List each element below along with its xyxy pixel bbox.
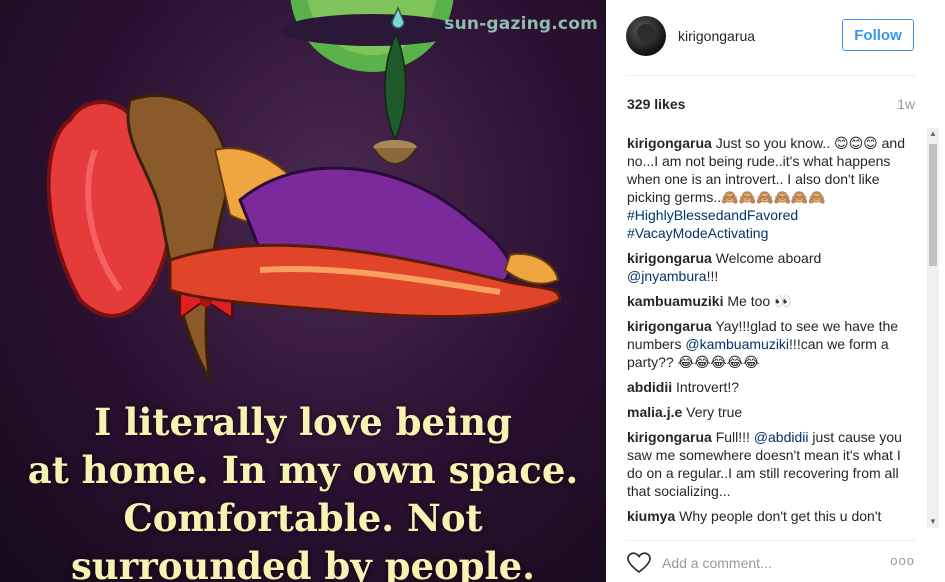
list-item: kiumya Why people don't get this u don't… [627,507,909,526]
comment-username[interactable]: kirigongarua [627,250,712,266]
post-age[interactable]: 1w [897,96,915,112]
avatar[interactable] [626,16,666,56]
list-item: kirigongarua Yay!!!glad to see we have t… [627,317,909,371]
mention-link[interactable]: @jnyambura [627,268,707,284]
comment-username[interactable]: malia.j.e [627,404,682,420]
comment-text: Introvert!? [676,379,740,395]
header-divider [626,75,916,76]
quote-line: surrounded by people. [70,544,536,582]
scroll-up-icon[interactable]: ▲ [929,130,937,138]
comment-username[interactable]: kirigongarua [627,429,712,445]
quote-line: at home. In my own space. [27,448,579,492]
comment-text: Welcome aboard [715,250,822,266]
list-item: kirigongarua Just so you know.. 😊😊😊 and … [627,134,909,242]
more-options-icon[interactable]: ooo [890,553,915,568]
follow-button[interactable]: Follow [842,19,914,51]
comment-text: !!! [706,268,719,284]
post-sidebar: kirigongarua Follow 329 likes 1w kirigon… [606,0,945,582]
post-author-username[interactable]: kirigongarua [678,28,755,44]
comments-scrollbar[interactable]: ▲ ▼ [927,128,939,528]
comment-text: Very true [686,404,743,420]
comment-username[interactable]: kirigongarua [627,318,712,334]
mention-link[interactable]: @abdidii [754,429,809,445]
hashtag-link[interactable]: #HighlyBlessedandFavored [627,207,798,223]
comment-username[interactable]: kiumya [627,508,675,524]
comment-username[interactable]: kirigongarua [627,135,712,151]
comment-username[interactable]: abdidii [627,379,672,395]
image-watermark: sun-gazing.com [444,14,598,34]
quote-line: Comfortable. Not [123,496,483,540]
list-item: kirigongarua Welcome aboard @jnyambura!!… [627,249,909,285]
post-header: kirigongarua Follow [626,14,916,60]
comment-username[interactable]: kambuamuziki [627,293,723,309]
hashtag-link[interactable]: #VacayModeActivating [627,225,768,241]
list-item: abdidii Introvert!? [627,378,909,396]
comment-text: Full!!! [715,429,750,445]
comment-text: Me too 👀 [727,293,792,309]
list-item: kirigongarua Full!!! @abdidii just cause… [627,428,909,500]
scroll-down-icon[interactable]: ▼ [929,518,937,526]
mention-link[interactable]: @kambuamuziki [685,336,789,352]
heart-icon[interactable] [627,552,651,574]
footer-divider [626,540,916,541]
post-image[interactable]: sun-gazing.com I literally love being at… [0,0,606,582]
scrollbar-thumb[interactable] [929,144,937,266]
quote-line: I literally love being [94,400,512,444]
illustration [46,0,562,381]
list-item: malia.j.e Very true [627,403,909,421]
likes-count[interactable]: 329 likes [627,96,685,112]
comments-list: kirigongarua Just so you know.. 😊😊😊 and … [627,134,909,526]
add-comment-input[interactable]: Add a comment... [662,555,772,571]
image-quote: I literally love being at home. In my ow… [0,398,606,582]
list-item: kambuamuziki Me too 👀 [627,292,909,310]
